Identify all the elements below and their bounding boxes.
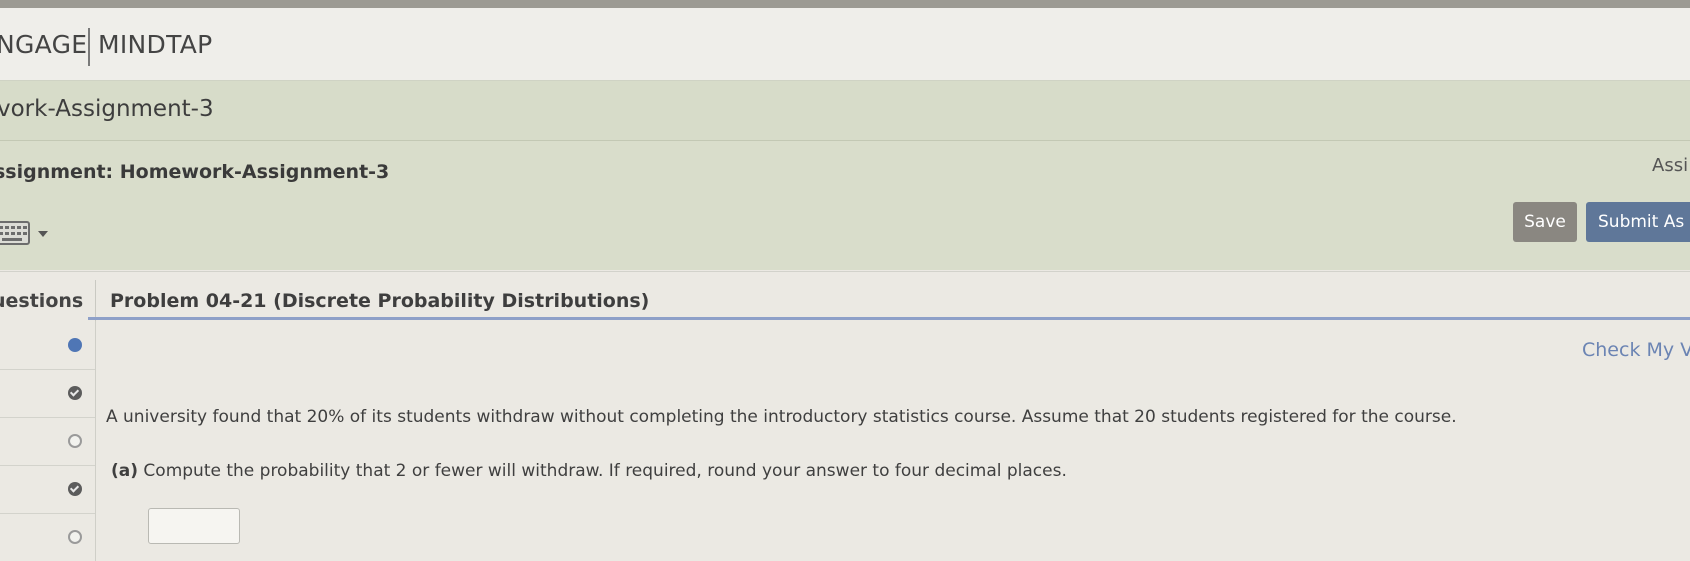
tab-questions[interactable]: uestions bbox=[0, 290, 83, 312]
problem-statement: A university found that 20% of its stude… bbox=[106, 407, 1457, 427]
problem-content: Check My V A university found that 20% o… bbox=[96, 321, 1690, 561]
brand-logo-mindtap: MINDTAP bbox=[98, 30, 213, 59]
check-circle-icon bbox=[68, 482, 82, 496]
part-a-text: Compute the probability that 2 or fewer … bbox=[143, 461, 1067, 481]
check-circle-icon bbox=[68, 386, 82, 400]
empty-circle-icon bbox=[68, 530, 82, 544]
keyboard-icon[interactable] bbox=[0, 221, 30, 245]
breadcrumb-bar: vork-Assignment-3 bbox=[0, 81, 1690, 141]
brand-divider bbox=[88, 28, 90, 66]
save-button[interactable]: Save bbox=[1513, 202, 1577, 242]
question-item-1[interactable] bbox=[0, 321, 95, 370]
question-tab-row: uestions Problem 04-21 (Discrete Probabi… bbox=[0, 271, 1690, 322]
submit-assignment-button[interactable]: Submit As bbox=[1586, 202, 1690, 242]
question-item-3[interactable] bbox=[0, 417, 95, 466]
check-my-work-link[interactable]: Check My V bbox=[1582, 339, 1690, 361]
answer-input[interactable] bbox=[148, 508, 240, 544]
tab-separator bbox=[95, 280, 96, 322]
part-a-label: (a) bbox=[111, 461, 139, 481]
part-a-prompt: (a) Compute the probability that 2 or fe… bbox=[111, 461, 1067, 481]
brand-logo-cengage: NGAGE bbox=[0, 30, 88, 59]
active-tab-underline bbox=[88, 317, 1690, 320]
question-item-2[interactable] bbox=[0, 369, 95, 418]
question-list bbox=[0, 321, 96, 561]
chevron-down-icon[interactable] bbox=[38, 231, 48, 237]
assignment-header: ssignment: Homework-Assignment-3 Assi Sa… bbox=[0, 141, 1690, 270]
breadcrumb[interactable]: vork-Assignment-3 bbox=[0, 96, 214, 122]
problem-title: Problem 04-21 (Discrete Probability Dist… bbox=[110, 290, 650, 312]
question-item-4[interactable] bbox=[0, 465, 95, 514]
top-strip bbox=[0, 0, 1690, 8]
assignment-info-label: Assi bbox=[1652, 155, 1689, 176]
assignment-title: ssignment: Homework-Assignment-3 bbox=[0, 161, 390, 183]
empty-circle-icon bbox=[68, 434, 82, 448]
brand-header: NGAGE MINDTAP bbox=[0, 8, 1690, 81]
question-item-5[interactable] bbox=[0, 513, 95, 561]
current-question-icon bbox=[68, 338, 82, 352]
